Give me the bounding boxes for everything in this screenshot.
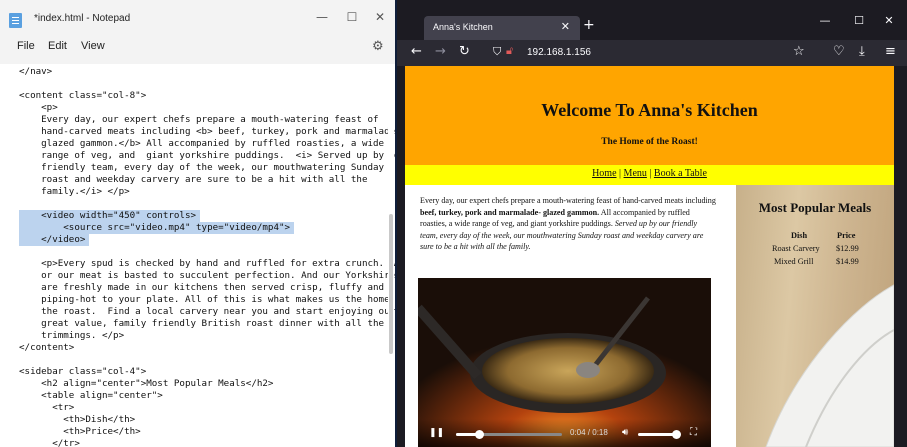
nav-separator: | — [646, 168, 654, 179]
volume-slider[interactable] — [638, 433, 676, 436]
code-line: Every day, our expert chefs prepare a mo… — [19, 114, 379, 125]
code-line: glazed gammon.</b> All accompanied by ru… — [19, 138, 385, 149]
page-navbar: Home | Menu | Book a Table — [405, 165, 894, 185]
insecure-lock-icon[interactable]: 🔓︎ — [506, 44, 513, 58]
notepad-menubar: File Edit View ⚙ — [0, 39, 395, 64]
notepad-app-icon — [9, 13, 22, 28]
browser-navbar: ← → ↻ ⛉ 🔓︎ 192.168.1.156 ☆ ♡ ⤓ ≡ — [397, 40, 907, 66]
code-line: </video> — [19, 234, 90, 246]
intro-bold-text: beef, turkey, pork and marmalade- glazed… — [420, 207, 600, 217]
meals-table: Dish Price Roast Carvery $12.99 Mixed Gr… — [757, 231, 877, 270]
browser-close-icon[interactable]: ✕ — [879, 14, 899, 27]
menu-view[interactable]: View — [81, 40, 105, 52]
menu-edit[interactable]: Edit — [48, 40, 67, 52]
knife-image — [765, 284, 894, 447]
browser-maximize-icon[interactable]: ☐ — [849, 14, 869, 27]
tab-title: Anna's Kitchen — [433, 22, 493, 32]
code-line: <th>Dish</th> — [19, 414, 136, 425]
table-row: Roast Carvery $12.99 — [757, 244, 877, 257]
browser-tabbar: Anna's Kitchen ✕ + — ☐ ✕ — [397, 0, 907, 40]
code-line: </content> — [19, 342, 75, 353]
browser-window: Anna's Kitchen ✕ + — ☐ ✕ ← → ↻ ⛉ 🔓︎ 192.… — [397, 0, 907, 447]
shield-icon[interactable]: ⛉ — [493, 45, 501, 59]
reload-icon[interactable]: ↻ — [459, 44, 470, 59]
tab-close-icon[interactable]: ✕ — [561, 20, 570, 33]
nav-separator: | — [616, 168, 624, 179]
code-line: <p> — [19, 102, 58, 113]
notepad-title: *index.html - Notepad — [34, 13, 131, 24]
video-controls: ❚❚ 0:04 / 0:18 🔊︎ ⛶ — [418, 419, 711, 447]
notepad-editor[interactable]: </nav> <content class="col-8"> <p> Every … — [0, 64, 395, 447]
code-line: piping-hot to your plate. All of this is… — [19, 294, 395, 305]
settings-gear-icon[interactable]: ⚙ — [372, 39, 384, 54]
web-page: Welcome To Anna's Kitchen The Home of th… — [405, 66, 894, 447]
code-line: hand-carved meats including <b> beef, tu… — [19, 126, 395, 137]
video-seekbar[interactable] — [456, 430, 562, 439]
notepad-titlebar[interactable]: *index.html - Notepad — ☐ ✕ — [0, 0, 395, 40]
code-line: the roast. Find a local carvery near you… — [19, 306, 395, 317]
code-line: <source src="video.mp4" type="video/mp4"… — [19, 222, 295, 234]
video-player[interactable]: ❚❚ 0:04 / 0:18 🔊︎ ⛶ — [418, 278, 711, 447]
video-seek-handle[interactable] — [475, 430, 485, 439]
code-line: roast and weekday carvery are sure to be… — [19, 174, 368, 185]
pause-icon[interactable]: ❚❚ — [429, 428, 444, 438]
video-time: 0:04 / 0:18 — [570, 428, 608, 437]
intro-paragraph: Every day, our expert chefs prepare a mo… — [420, 195, 716, 253]
code-line: trimmings. </p> — [19, 330, 125, 341]
price-cell: $14.99 — [836, 257, 859, 266]
page-title: Welcome To Anna's Kitchen — [541, 100, 758, 120]
code-line: great value, family friendly British roa… — [19, 318, 385, 329]
code-line: range of veg, and giant yorkshire puddin… — [19, 150, 395, 161]
nav-home-link[interactable]: Home — [592, 168, 616, 179]
page-header: Welcome To Anna's Kitchen The Home of th… — [405, 66, 894, 165]
nav-menu-link[interactable]: Menu — [624, 168, 647, 179]
browser-tab[interactable]: Anna's Kitchen ✕ — [424, 16, 580, 40]
browser-minimize-icon[interactable]: — — [815, 14, 835, 27]
fullscreen-icon[interactable]: ⛶ — [690, 427, 697, 438]
page-subtitle: The Home of the Roast! — [601, 137, 698, 147]
code-line: <content class="col-8"> — [19, 90, 147, 101]
menu-file[interactable]: File — [17, 40, 35, 52]
table-header-row: Dish Price — [757, 231, 877, 244]
code-line: or our meat is basted to succulent perfe… — [19, 270, 395, 281]
code-line: </tr> — [19, 438, 80, 447]
sidebar: Most Popular Meals Dish Price Roast Carv… — [736, 185, 894, 447]
code-line: are freshly made in our kitchens then se… — [19, 282, 385, 293]
code-line: <table align="center"> — [19, 390, 163, 401]
code-line: </nav> — [19, 66, 53, 77]
download-icon[interactable]: ⤓ — [859, 44, 865, 59]
notepad-window: *index.html - Notepad — ☐ ✕ File Edit Vi… — [0, 0, 395, 447]
back-icon[interactable]: ← — [411, 44, 422, 59]
dish-cell: Mixed Grill — [774, 257, 814, 266]
intro-text: Every day, our expert chefs prepare a mo… — [420, 196, 716, 205]
notepad-scrollbar[interactable] — [388, 64, 394, 447]
code-line: <p>Every spud is checked by hand and ruf… — [19, 258, 395, 269]
bookmark-star-icon[interactable]: ☆ — [793, 44, 805, 59]
new-tab-icon[interactable]: + — [583, 17, 595, 33]
menu-hamburger-icon[interactable]: ≡ — [885, 44, 896, 59]
header-dish: Dish — [791, 231, 808, 240]
code-line: <video width="450" controls> — [19, 210, 201, 222]
code-line: <tr> — [19, 402, 75, 413]
url-field[interactable]: 192.168.1.156 — [527, 47, 591, 58]
nav-links: Home | Menu | Book a Table — [405, 168, 894, 179]
header-price: Price — [837, 231, 856, 240]
volume-icon[interactable]: 🔊︎ — [622, 427, 628, 438]
close-icon[interactable]: ✕ — [370, 10, 390, 24]
code-line: <th>Price</th> — [19, 426, 141, 437]
nav-book-link[interactable]: Book a Table — [654, 168, 707, 179]
code-line: <h2 align="center">Most Popular Meals</h… — [19, 378, 274, 389]
sidebar-heading: Most Popular Meals — [758, 200, 872, 215]
code-line: friendly team, every day of the week, ou… — [19, 162, 385, 173]
code-line: <sidebar class="col-4"> — [19, 366, 147, 377]
forward-icon[interactable]: → — [435, 44, 446, 59]
dish-cell: Roast Carvery — [772, 244, 820, 253]
minimize-icon[interactable]: — — [312, 10, 332, 24]
code-line: family.</i> </p> — [19, 186, 130, 197]
maximize-icon[interactable]: ☐ — [342, 10, 362, 24]
table-row: Mixed Grill $14.99 — [757, 257, 877, 270]
price-cell: $12.99 — [836, 244, 859, 253]
pocket-icon[interactable]: ♡ — [833, 44, 845, 59]
volume-handle[interactable] — [672, 430, 681, 439]
